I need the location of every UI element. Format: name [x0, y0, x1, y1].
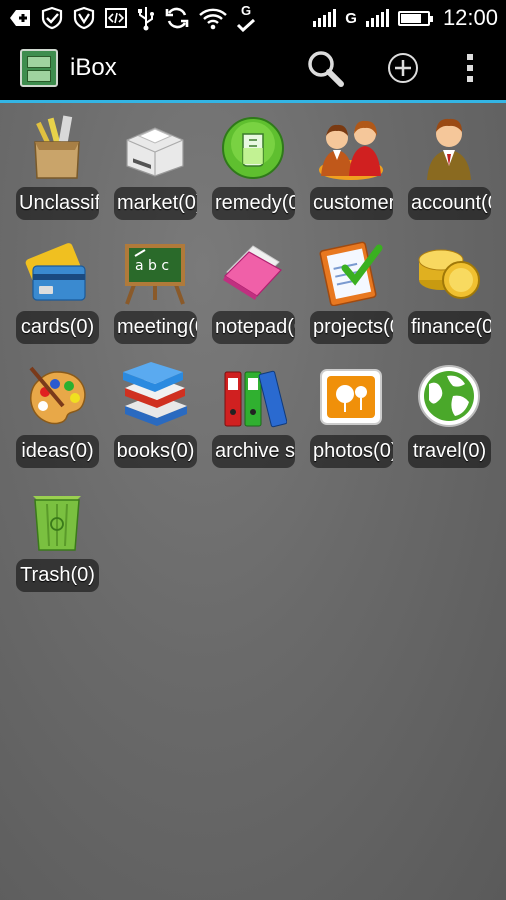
folder-label: archive s — [212, 435, 295, 468]
battery-charging-icon — [397, 10, 433, 26]
network-type-label: G — [240, 3, 252, 18]
books-icon — [123, 362, 187, 426]
person-icon — [427, 118, 471, 180]
folder-label: customers(0) — [310, 187, 393, 220]
folder-label: Trash(0) — [16, 559, 99, 592]
folder-label: travel(0) — [408, 435, 491, 468]
beaker-icon — [222, 117, 284, 179]
folder-label: notepad(0) — [212, 311, 295, 344]
folder-travel[interactable]: travel(0) — [400, 360, 497, 484]
system-status: G 12:00 — [313, 5, 498, 31]
check-icon — [236, 18, 256, 32]
overflow-menu-icon — [467, 54, 473, 82]
clock: 12:00 — [442, 5, 498, 30]
people-icon — [319, 120, 383, 180]
folder-label: photos(0) — [310, 435, 393, 468]
folder-ideas[interactable]: ideas(0) — [8, 360, 105, 484]
action-bar: iBox — [0, 36, 506, 103]
wifi-icon — [199, 8, 227, 30]
folder-unclassified[interactable]: Unclassified(0) — [8, 112, 105, 236]
blackboard-icon: a b c — [125, 244, 185, 305]
folder-label: finance(0) — [408, 311, 491, 344]
notification-plus-icon — [10, 10, 30, 26]
palette-icon — [29, 366, 86, 425]
folder-label: remedy(0) — [212, 187, 295, 220]
svg-text:a b c: a b c — [135, 258, 169, 274]
photo-icon — [320, 369, 382, 425]
box-icon — [34, 115, 80, 179]
folder-label: meeting(0) — [114, 311, 197, 344]
signal-icon — [365, 9, 389, 27]
folder-meeting[interactable]: a b c meeting(0) — [106, 236, 203, 360]
battery-level — [400, 13, 421, 23]
app-title: iBox — [70, 54, 117, 81]
shield-icon — [73, 6, 95, 30]
folder-grid: Unclassified(0) market(0) remedy(0) — [8, 112, 498, 608]
notification-icons: G — [8, 4, 313, 32]
folder-notepad[interactable]: notepad(0) — [204, 236, 301, 360]
overflow-menu-button[interactable] — [450, 43, 490, 93]
signal-icon — [313, 9, 337, 27]
folder-remedy[interactable]: remedy(0) — [204, 112, 301, 236]
status-bar: G G 12:00 — [0, 0, 506, 36]
printer-icon — [126, 127, 184, 177]
folder-finance[interactable]: finance(0) — [400, 236, 497, 360]
folder-label: Unclassified(0) — [16, 187, 99, 220]
folder-account[interactable]: account(0) — [400, 112, 497, 236]
folder-label: account(0) — [408, 187, 491, 220]
folder-market[interactable]: market(0) — [106, 112, 203, 236]
folder-cards[interactable]: cards(0) — [8, 236, 105, 360]
trash-icon — [33, 496, 81, 551]
sync-icon — [165, 7, 189, 29]
add-icon — [388, 53, 418, 83]
globe-icon — [418, 365, 480, 427]
folder-label: cards(0) — [16, 311, 99, 344]
pink-folder-icon — [223, 245, 282, 300]
code-icon — [105, 8, 127, 28]
credit-card-icon — [25, 243, 86, 301]
folder-label: market(0) — [114, 187, 197, 220]
search-button[interactable] — [294, 43, 356, 93]
folder-photos[interactable]: photos(0) — [302, 360, 399, 484]
folder-customers[interactable]: customers(0) — [302, 112, 399, 236]
folder-label: projects(0) — [310, 311, 393, 344]
usb-icon — [138, 7, 154, 31]
clipboard-check-icon — [319, 241, 383, 306]
folder-label: books(0) — [114, 435, 197, 468]
network-type-label: G — [345, 9, 357, 27]
coins-icon — [418, 249, 480, 299]
folder-label: ideas(0) — [16, 435, 99, 468]
ibox-logo-icon — [20, 49, 58, 87]
add-button[interactable] — [372, 43, 434, 93]
folder-books[interactable]: books(0) — [106, 360, 203, 484]
folder-trash[interactable]: Trash(0) — [8, 484, 105, 608]
shield-check-icon — [41, 6, 63, 30]
search-icon — [308, 51, 344, 87]
folder-archive[interactable]: archive s — [204, 360, 301, 484]
folder-projects[interactable]: projects(0) — [302, 236, 399, 360]
binders-icon — [224, 370, 287, 428]
